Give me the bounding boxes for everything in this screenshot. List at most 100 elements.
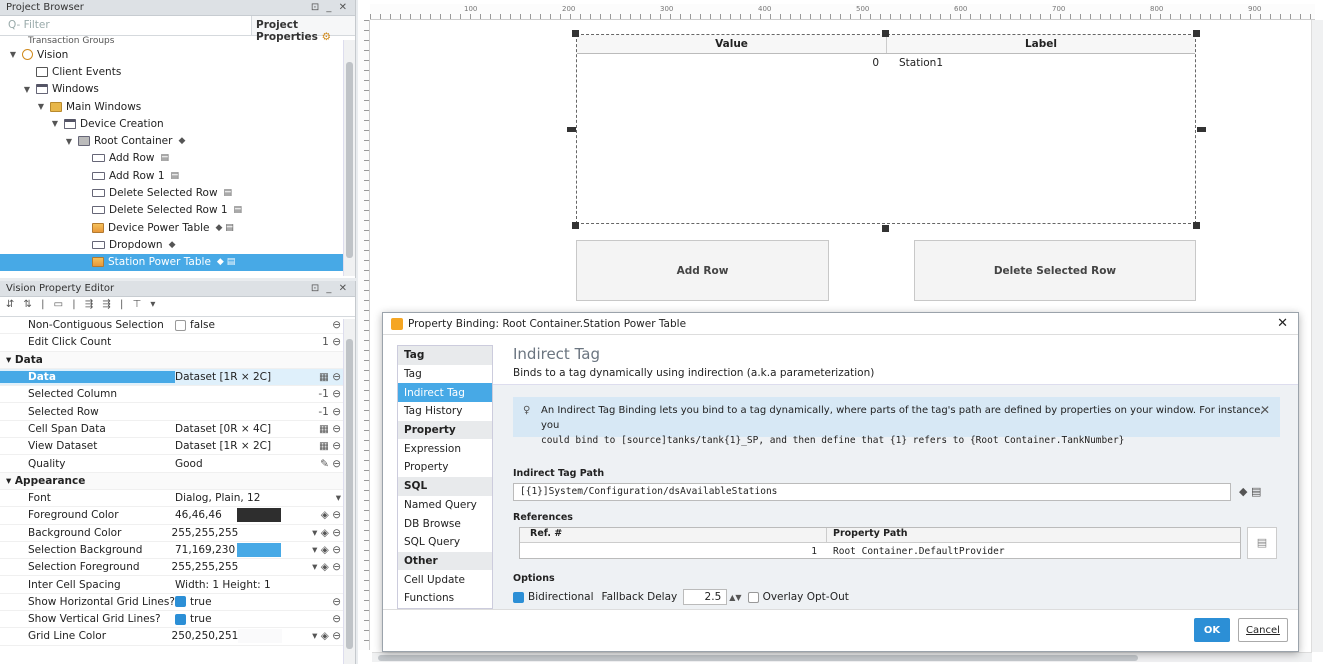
add-row-button[interactable]: Add Row <box>576 240 829 301</box>
property-value[interactable]: 71,169,230 <box>175 543 285 557</box>
column-header-ref[interactable]: Ref. # <box>520 528 827 542</box>
expand-toggle-icon[interactable]: ▼ <box>22 85 32 94</box>
property-row[interactable]: Cell Span Data Dataset [0R × 4C] ▦ ⊖ <box>0 421 355 439</box>
property-row[interactable]: Font Dialog, Plain, 12 ▾ <box>0 490 355 508</box>
tree-item[interactable]: ▼ Windows <box>0 81 355 98</box>
window-controls[interactable]: ⊡ _ ✕ <box>311 2 349 13</box>
property-value[interactable]: 46,46,46 <box>175 508 285 523</box>
tag-browse-icon[interactable]: ◆ ▤ <box>1239 485 1261 498</box>
table-row[interactable]: 0 Station1 <box>577 54 1195 71</box>
expand-toggle-icon[interactable]: ▼ <box>36 102 46 111</box>
property-row[interactable]: Selected Column -1 ⊖ <box>0 386 355 404</box>
tree-item[interactable]: ▼ Root Container ◆ <box>0 132 355 149</box>
property-scrollbar[interactable] <box>343 319 355 664</box>
ok-button[interactable]: OK <box>1194 618 1230 642</box>
binding-type-item[interactable]: Indirect Tag <box>398 383 492 403</box>
bidirectional-checkbox[interactable] <box>513 591 524 603</box>
fallback-delay-spinner[interactable]: 2.5 <box>683 589 728 605</box>
expand-toggle-icon[interactable]: ▼ <box>64 137 74 146</box>
tree-item[interactable]: Delete Selected Row ▤ <box>0 184 355 201</box>
tree-item-partial[interactable]: Transaction Groups <box>0 36 355 46</box>
expand-toggle-icon[interactable]: ▼ <box>8 50 18 59</box>
overlay-opt-out-checkbox[interactable] <box>747 591 759 603</box>
tree-item[interactable]: Delete Selected Row 1 ▤ <box>0 202 355 219</box>
binding-type-item[interactable]: Cell Update <box>398 570 492 589</box>
tree-item[interactable]: Device Power Table ◆ ▤ <box>0 219 355 236</box>
resize-handle[interactable] <box>572 222 579 229</box>
property-row[interactable]: Background Color 255,255,255 ▾ ◈ ⊖ <box>0 525 355 542</box>
tree-item[interactable]: ▼ Vision <box>0 46 355 63</box>
resize-handle[interactable] <box>882 30 889 37</box>
color-swatch[interactable] <box>237 543 281 557</box>
resize-handle[interactable] <box>572 30 579 37</box>
expand-toggle-icon[interactable]: ▼ <box>50 119 60 128</box>
binding-type-item[interactable]: Named Query <box>398 496 492 515</box>
property-checkbox[interactable] <box>175 613 186 625</box>
property-value[interactable]: Dataset [0R × 4C] <box>175 423 285 435</box>
property-row[interactable]: Quality Good ✎ ⊖ <box>0 455 355 473</box>
property-row[interactable]: Selection Foreground 255,255,255 ▾ ◈ ⊖ <box>0 559 355 577</box>
resize-handle[interactable] <box>567 127 576 132</box>
property-row[interactable]: View Dataset Dataset [1R × 2C] ▦ ⊖ <box>0 438 355 456</box>
property-row[interactable]: Show Horizontal Grid Lines? true ⊖ <box>0 594 355 612</box>
column-header-property-path[interactable]: Property Path <box>827 528 1240 542</box>
property-value[interactable]: true <box>175 596 285 608</box>
filter-input[interactable]: Q- Filter <box>0 16 251 35</box>
tree-item[interactable]: Add Row ▤ <box>0 150 355 167</box>
color-swatch[interactable] <box>237 508 281 523</box>
binding-type-item[interactable]: Functions <box>398 589 492 608</box>
binding-type-item[interactable]: Property <box>398 458 492 477</box>
property-row[interactable]: Selected Row -1 ⊖ <box>0 403 355 421</box>
resize-handle[interactable] <box>1197 127 1206 132</box>
column-header-value[interactable]: Value <box>577 35 887 53</box>
property-category[interactable]: ▾ Appearance <box>0 472 355 490</box>
property-value[interactable]: Dataset [1R × 2C] <box>175 440 285 452</box>
color-swatch[interactable] <box>238 629 283 644</box>
station-power-table[interactable]: Value Label 0 Station1 <box>576 34 1196 224</box>
property-row[interactable]: Show Vertical Grid Lines? true ⊖ <box>0 611 355 629</box>
tree-scrollbar[interactable] <box>343 40 355 276</box>
binding-type-item[interactable]: SQL Query <box>398 533 492 552</box>
property-row[interactable]: Selection Background 71,169,230 ▾ ◈ ⊖ <box>0 542 355 560</box>
tree-item[interactable]: Dropdown ◆ <box>0 236 355 253</box>
designer-horizontal-scrollbar[interactable] <box>372 652 1312 662</box>
color-swatch[interactable] <box>238 525 283 540</box>
property-row[interactable]: Grid Line Color 250,250,251 ▾ ◈ ⊖ <box>0 628 355 646</box>
tree-item[interactable]: Client Events <box>0 63 355 80</box>
property-row[interactable]: Non-Contiguous Selection false ⊖ <box>0 317 355 335</box>
property-value[interactable]: true <box>175 613 285 625</box>
property-checkbox[interactable] <box>175 319 186 331</box>
close-icon[interactable]: ✕ <box>1277 316 1288 331</box>
designer-vertical-scrollbar[interactable] <box>1311 20 1323 652</box>
property-row[interactable]: Edit Click Count 1 ⊖ <box>0 334 355 352</box>
cancel-button[interactable]: Cancel <box>1238 618 1288 642</box>
add-reference-icon[interactable]: ▤ <box>1247 527 1277 559</box>
tree-item[interactable]: Station Power Table ◆ ▤ <box>0 253 355 271</box>
resize-handle[interactable] <box>1193 222 1200 229</box>
property-value[interactable]: Width: 1 Height: 1 <box>175 579 285 591</box>
delete-selected-row-button[interactable]: Delete Selected Row <box>914 240 1196 301</box>
property-row[interactable]: Foreground Color 46,46,46 ◈ ⊖ <box>0 507 355 525</box>
window-controls[interactable]: ⊡ _ ✕ <box>311 283 349 294</box>
property-category[interactable]: ▾ Data <box>0 351 355 369</box>
color-swatch[interactable] <box>238 560 283 575</box>
table-row[interactable]: 1 Root Container.DefaultProvider <box>520 543 1240 559</box>
property-toolbar[interactable]: ⇵ ⇅ | ▭ | ⇶ ⇶ | ⊤ ▾ <box>0 297 355 317</box>
tree-item[interactable]: ▼ Device Creation <box>0 115 355 132</box>
property-row[interactable]: Inter Cell Spacing Width: 1 Height: 1 <box>0 576 355 594</box>
binding-type-item[interactable]: Expression <box>398 439 492 458</box>
binding-type-item[interactable]: Tag History <box>398 402 492 421</box>
references-table[interactable]: Ref. # Property Path 1 Root Container.De… <box>519 527 1241 559</box>
property-value[interactable]: Dataset [1R × 2C] <box>175 371 285 383</box>
property-value[interactable]: 250,250,251 <box>172 629 287 644</box>
resize-handle[interactable] <box>882 225 889 232</box>
column-header-label[interactable]: Label <box>887 35 1195 53</box>
property-value[interactable]: 255,255,255 <box>172 525 287 540</box>
resize-handle[interactable] <box>1193 30 1200 37</box>
property-value[interactable]: false <box>175 319 285 331</box>
property-row[interactable]: Data Dataset [1R × 2C] ▦ ⊖ <box>0 368 355 387</box>
property-value[interactable]: 255,255,255 <box>172 560 287 575</box>
tree-item[interactable]: ▼ Main Windows <box>0 98 355 115</box>
property-value[interactable]: Dialog, Plain, 12 <box>175 492 285 504</box>
project-properties-button[interactable]: Project Properties ⚙ <box>251 16 355 43</box>
